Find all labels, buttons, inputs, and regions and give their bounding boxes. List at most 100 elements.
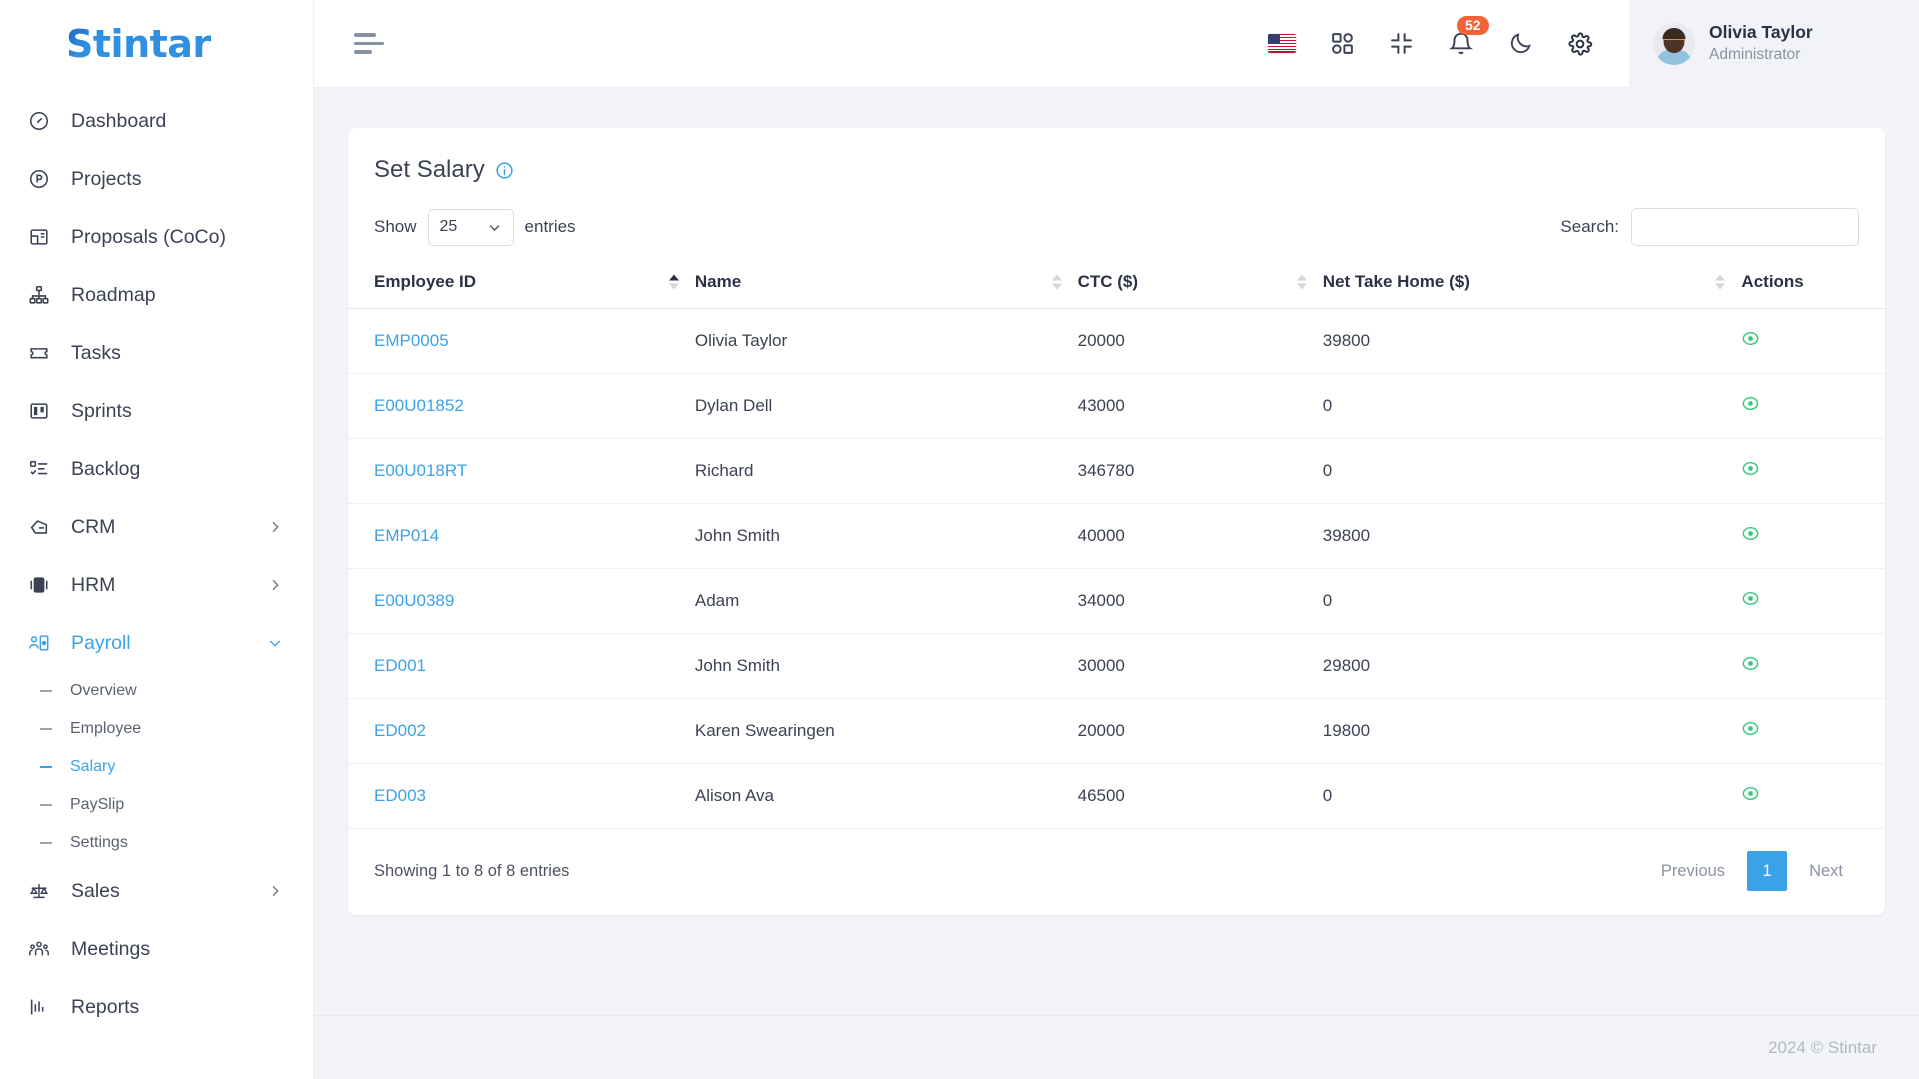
cell-net-take-home: 29800 bbox=[1322, 633, 1742, 699]
app-root: Stintar Dashboard Projects Proposals (Co… bbox=[0, 0, 1919, 1079]
cell-name: Alison Ava bbox=[694, 763, 1078, 829]
sidebar-item-meetings[interactable]: Meetings bbox=[0, 920, 313, 978]
chevron-down-icon bbox=[487, 220, 502, 235]
cell-net-take-home: 19800 bbox=[1322, 698, 1742, 764]
cell-ctc: 34000 bbox=[1077, 568, 1323, 634]
sidebar-item-backlog[interactable]: Backlog bbox=[0, 440, 313, 498]
sort-arrows-icon bbox=[1051, 274, 1062, 290]
column-header-employee-id[interactable]: Employee ID bbox=[348, 256, 695, 309]
employee-id-link[interactable]: EMP0005 bbox=[374, 331, 449, 350]
eye-icon[interactable] bbox=[1741, 459, 1760, 478]
sidebar-item-label: Dashboard bbox=[71, 109, 167, 132]
eye-icon[interactable] bbox=[1741, 329, 1760, 348]
sidebar-item-label: Sprints bbox=[71, 399, 132, 422]
notifications-bell[interactable]: 52 bbox=[1448, 15, 1489, 57]
handshake-icon bbox=[27, 515, 51, 539]
eye-icon[interactable] bbox=[1741, 654, 1760, 673]
eye-icon[interactable] bbox=[1741, 394, 1760, 413]
table-footer: Showing 1 to 8 of 8 entries Previous 1 N… bbox=[348, 829, 1885, 895]
cell-name: Richard bbox=[694, 438, 1078, 504]
column-header-ctc[interactable]: CTC ($) bbox=[1077, 256, 1323, 309]
table-header-row: Employee ID Name CTC ($) Net Take Home (… bbox=[348, 256, 1885, 309]
cell-actions bbox=[1741, 698, 1885, 764]
sidebar-item-sales[interactable]: Sales bbox=[0, 862, 313, 920]
column-header-net-take-home[interactable]: Net Take Home ($) bbox=[1322, 256, 1742, 309]
eye-icon[interactable] bbox=[1741, 589, 1760, 608]
sidebar-subitem-settings[interactable]: Settings bbox=[0, 824, 313, 862]
circle-p-icon bbox=[27, 167, 51, 191]
topbar: 52 Olivia Taylor Administrator bbox=[314, 0, 1919, 88]
sidebar-subitem-payslip[interactable]: PaySlip bbox=[0, 786, 313, 824]
cell-name: Karen Swearingen bbox=[694, 698, 1078, 764]
cell-actions bbox=[1741, 373, 1885, 439]
speedometer-icon bbox=[27, 109, 51, 133]
sidebar-item-projects[interactable]: Projects bbox=[0, 150, 313, 208]
sidebar-subitem-salary[interactable]: Salary bbox=[0, 748, 313, 786]
chevron-right-icon bbox=[267, 519, 283, 535]
pagination-previous[interactable]: Previous bbox=[1645, 852, 1741, 891]
cell-employee-id: E00U01852 bbox=[348, 373, 695, 439]
hamburger-icon[interactable] bbox=[354, 33, 388, 54]
cell-net-take-home: 39800 bbox=[1322, 308, 1742, 374]
table-row: ED001 John Smith 30000 29800 bbox=[348, 633, 1885, 699]
sidebar-item-payroll[interactable]: Payroll bbox=[0, 614, 313, 672]
pagination-next[interactable]: Next bbox=[1793, 852, 1859, 891]
cell-actions bbox=[1741, 568, 1885, 634]
column-header-name[interactable]: Name bbox=[694, 256, 1078, 309]
sidebar-item-sprints[interactable]: Sprints bbox=[0, 382, 313, 440]
employee-id-link[interactable]: E00U0389 bbox=[374, 591, 454, 610]
sidebar-item-reports[interactable]: Reports bbox=[0, 978, 313, 1036]
employee-id-link[interactable]: E00U01852 bbox=[374, 396, 464, 415]
topbar-right: 52 Olivia Taylor Administrator bbox=[1268, 0, 1919, 88]
page-size-select[interactable]: 25 bbox=[427, 208, 514, 246]
sidebar-item-dashboard[interactable]: Dashboard bbox=[0, 92, 313, 150]
user-role: Administrator bbox=[1709, 45, 1801, 63]
sidebar-item-crm[interactable]: CRM bbox=[0, 498, 313, 556]
chevron-right-icon bbox=[267, 577, 283, 593]
eye-icon[interactable] bbox=[1741, 784, 1760, 803]
us-flag-icon[interactable] bbox=[1268, 34, 1296, 53]
sidebar-item-label: HRM bbox=[71, 573, 116, 596]
cell-ctc: 46500 bbox=[1077, 763, 1323, 829]
eye-icon[interactable] bbox=[1741, 524, 1760, 543]
collapse-fullscreen-icon[interactable] bbox=[1389, 31, 1414, 56]
sort-arrows-icon bbox=[1715, 274, 1726, 290]
cell-employee-id: ED002 bbox=[348, 698, 695, 764]
sidebar-subitem-employee[interactable]: Employee bbox=[0, 710, 313, 748]
copyright-text: 2024 © Stintar bbox=[1768, 1037, 1877, 1057]
sidebar-item-proposals[interactable]: Proposals (CoCo) bbox=[0, 208, 313, 266]
gear-icon[interactable] bbox=[1567, 31, 1593, 57]
table-row: ED002 Karen Swearingen 20000 19800 bbox=[348, 698, 1885, 764]
employee-id-link[interactable]: E00U018RT bbox=[374, 461, 467, 480]
moon-icon[interactable] bbox=[1508, 31, 1533, 56]
brand-logo[interactable]: Stintar bbox=[0, 0, 313, 88]
people-icon bbox=[27, 937, 51, 961]
sidebar-item-hrm[interactable]: HRM bbox=[0, 556, 313, 614]
table-row: EMP014 John Smith 40000 39800 bbox=[348, 503, 1885, 569]
employee-id-link[interactable]: ED001 bbox=[374, 656, 426, 675]
sort-arrows-icon bbox=[668, 274, 679, 290]
flag-canton bbox=[1268, 34, 1280, 44]
employee-id-link[interactable]: EMP014 bbox=[374, 526, 439, 545]
cell-actions bbox=[1741, 633, 1885, 699]
sidebar-subitem-overview[interactable]: Overview bbox=[0, 672, 313, 710]
employee-id-link[interactable]: ED002 bbox=[374, 721, 426, 740]
pagination-page-1[interactable]: 1 bbox=[1747, 851, 1788, 891]
user-profile-menu[interactable]: Olivia Taylor Administrator bbox=[1629, 0, 1919, 88]
id-card-icon bbox=[27, 573, 51, 597]
cell-employee-id: ED001 bbox=[348, 633, 695, 699]
eye-icon[interactable] bbox=[1741, 719, 1760, 738]
salary-table: Employee ID Name CTC ($) Net Take Home (… bbox=[348, 256, 1885, 829]
apps-grid-icon[interactable] bbox=[1330, 31, 1355, 56]
search-input[interactable] bbox=[1631, 208, 1859, 246]
flag-graphic bbox=[1268, 34, 1296, 53]
brand-logo-mark: S bbox=[66, 22, 93, 66]
cell-employee-id: EMP014 bbox=[348, 503, 695, 569]
sidebar-item-label: Backlog bbox=[71, 457, 141, 480]
sidebar-item-tasks[interactable]: Tasks bbox=[0, 324, 313, 382]
user-badge-icon bbox=[27, 631, 51, 655]
info-circle-icon[interactable] bbox=[495, 161, 514, 180]
sidebar-item-label: Payroll bbox=[71, 631, 131, 654]
employee-id-link[interactable]: ED003 bbox=[374, 786, 426, 805]
sidebar-item-roadmap[interactable]: Roadmap bbox=[0, 266, 313, 324]
